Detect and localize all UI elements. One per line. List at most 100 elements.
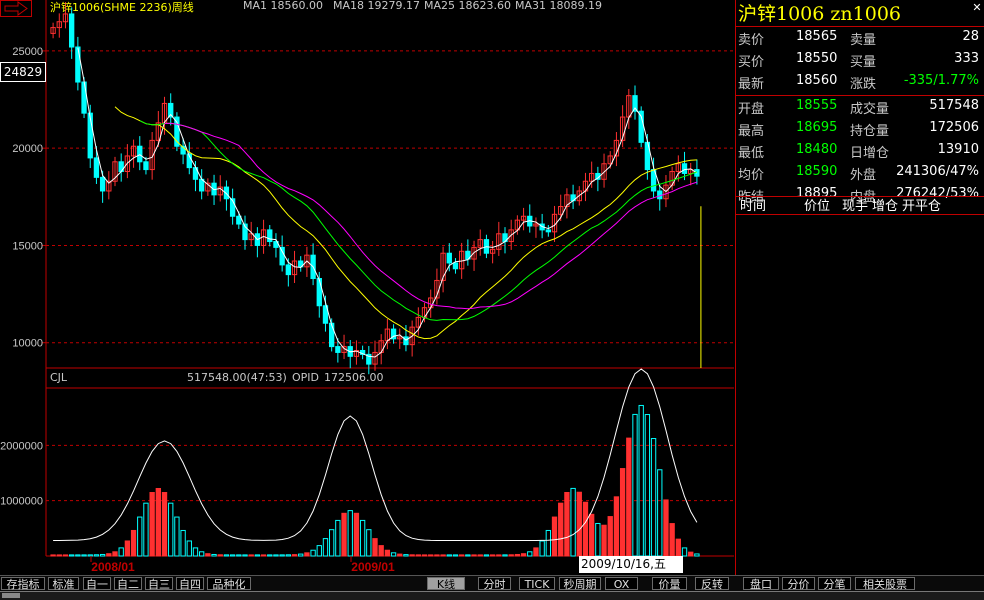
volume-bar — [533, 547, 539, 557]
quote-label: 持仓量 — [850, 124, 890, 139]
vol-legend-opid-value: 172506.00 — [324, 371, 384, 384]
quote-label: 最新 — [738, 77, 765, 92]
volume-bar — [341, 512, 347, 557]
tab-4[interactable]: 自三 — [145, 577, 173, 591]
tab-11[interactable]: OX — [605, 577, 638, 591]
volume-bar — [81, 554, 87, 557]
quote-label: 卖量 — [850, 33, 877, 48]
quote-value: 13910 — [937, 142, 979, 157]
tab-6[interactable]: 品种化 — [207, 577, 251, 591]
candle-body — [285, 264, 291, 276]
tick-header-label: 时间 — [740, 199, 767, 214]
quote-value: 28 — [962, 29, 979, 44]
tab-10[interactable]: 秒周期 — [559, 577, 601, 591]
candle-body — [143, 161, 149, 171]
volume-bar — [267, 554, 273, 557]
volume-bar — [601, 524, 607, 557]
quote-row: 均价 18590 外盘 241306/47% — [736, 161, 984, 183]
volume-bar — [254, 554, 261, 557]
tick-header-label: 价位 — [804, 199, 831, 214]
tab-13[interactable]: 反转 — [695, 577, 729, 591]
volume-bar — [359, 519, 366, 557]
close-icon[interactable]: ✕ — [971, 2, 983, 14]
quote-label: 买价 — [738, 55, 765, 70]
tab-12[interactable]: 价量 — [652, 577, 687, 591]
volume-bar — [446, 554, 452, 557]
tick-header-label: 开平仓 — [902, 199, 942, 214]
quote-label: 均价 — [738, 168, 765, 183]
volume-bar — [452, 554, 459, 557]
volume-bar — [310, 549, 316, 557]
volume-bar — [619, 468, 626, 557]
quote-row: 卖价 18565 卖量 28 — [736, 26, 984, 48]
candle-body — [316, 278, 322, 307]
quote-row: 开盘 18555 成交量 517548 — [736, 95, 984, 117]
price-tick-label: 15000 — [12, 240, 43, 252]
quote-label: 成交量 — [850, 102, 890, 117]
volume-bar — [539, 540, 545, 557]
volume-bar — [613, 496, 620, 557]
quote-label: 涨跌 — [850, 77, 877, 92]
volume-bar — [589, 513, 595, 557]
scrollbar-thumb[interactable] — [2, 593, 20, 598]
candle-body — [329, 322, 335, 348]
volume-bar — [87, 554, 93, 557]
tab-17[interactable]: 相关股票 — [855, 577, 915, 591]
quote-value: 18565 — [796, 29, 838, 44]
volume-bar — [626, 437, 632, 557]
volume-bar — [93, 554, 100, 557]
volume-bar — [657, 469, 663, 557]
tab-5[interactable]: 自四 — [176, 577, 204, 591]
quote-separator — [736, 214, 984, 215]
volume-bar — [514, 553, 521, 557]
tab-1[interactable]: 标准 — [48, 577, 79, 591]
quote-row: 最高 18695 持仓量 172506 — [736, 117, 984, 139]
vol-legend-opid: OPID — [292, 371, 320, 384]
ma1-legend: MA1 18560.00 — [243, 0, 323, 12]
volume-bar — [694, 553, 700, 557]
quote-value: 172506 — [929, 120, 979, 135]
volume-bar — [242, 554, 248, 557]
volume-bar — [570, 487, 576, 557]
volume-bar — [137, 516, 143, 557]
tab-14[interactable]: 盘口 — [743, 577, 779, 591]
tab-0[interactable]: 存指标 — [1, 577, 45, 591]
volume-bar — [576, 491, 582, 557]
period-label: 2008/01 — [91, 560, 135, 574]
candle-body — [446, 252, 452, 264]
volume-bar — [279, 554, 285, 557]
volume-bar — [304, 552, 310, 557]
quote-label: 开盘 — [738, 102, 765, 117]
tab-15[interactable]: 分价 — [782, 577, 815, 591]
volume-bar — [669, 523, 675, 557]
vol-legend-cjl-value: 517548.00(47:53) — [187, 371, 287, 384]
volume-bar — [663, 499, 669, 557]
volume-bar — [99, 553, 106, 557]
tab-16[interactable]: 分笔 — [818, 577, 851, 591]
quote-label: 日增仓 — [850, 146, 890, 161]
tab-3[interactable]: 自二 — [114, 577, 142, 591]
volume-bar — [644, 414, 651, 557]
quote-value: 241306/47% — [896, 164, 979, 179]
tab-8[interactable]: 分时 — [478, 577, 511, 591]
tab-9[interactable]: TICK — [519, 577, 555, 591]
volume-bar — [168, 502, 174, 557]
bottom-tab-bar: 存指标 标准 自一 自二 自三 自四 品种化 K线 分时 TICK 秒周期 OX 价量 反转 盘口 分价 分笔相… — [0, 575, 984, 591]
volume-bar — [112, 551, 118, 557]
volume-bar — [390, 552, 397, 557]
volume-bar — [409, 554, 415, 557]
quote-label: 外盘 — [850, 168, 877, 183]
tab-2[interactable]: 自一 — [83, 577, 111, 591]
volume-bar — [471, 554, 477, 557]
quote-value: 18480 — [796, 142, 838, 157]
volume-bar — [180, 529, 186, 557]
volume-bar — [316, 545, 322, 557]
volume-bar — [434, 554, 440, 557]
volume-bar — [130, 529, 137, 557]
tab-7[interactable]: K线 — [427, 577, 465, 591]
quote-label: 最高 — [738, 124, 765, 139]
kline-chart-area[interactable]: 10000 15000 20000 25000 1000000 2000000 2008/0… — [0, 0, 735, 575]
kline-chart[interactable]: 10000 15000 20000 25000 1000000 2000000 2008/0… — [0, 0, 735, 575]
volume-bar — [681, 547, 688, 557]
volume-bar — [378, 545, 384, 557]
